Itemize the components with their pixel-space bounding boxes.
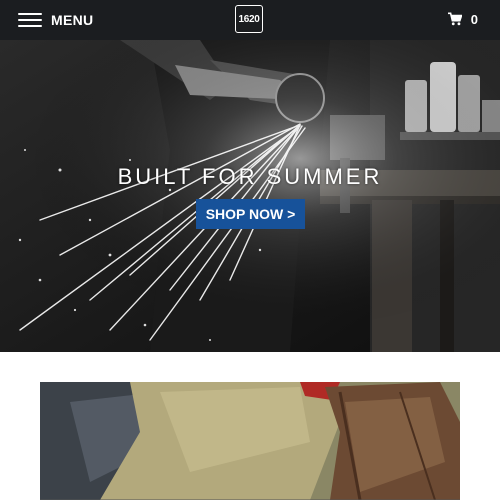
hero-banner: BUILT FOR SUMMER SHOP NOW > [0, 40, 500, 352]
brand-logo[interactable]: 1620 [235, 5, 263, 33]
menu-button[interactable]: MENU [18, 8, 93, 32]
cart-button[interactable]: 0 [447, 10, 478, 28]
hero-image [0, 40, 500, 352]
hero-title: BUILT FOR SUMMER [117, 164, 383, 189]
logo-text: 1620 [238, 13, 260, 25]
gloves-image [40, 382, 460, 500]
menu-label: MENU [51, 12, 94, 28]
site-header: MENU 1620 0 [0, 0, 500, 40]
shop-now-button[interactable]: SHOP NOW > [196, 199, 305, 229]
hamburger-icon [18, 13, 42, 27]
cart-count: 0 [470, 11, 478, 27]
promo-image[interactable] [40, 382, 460, 500]
cart-icon [447, 12, 462, 26]
